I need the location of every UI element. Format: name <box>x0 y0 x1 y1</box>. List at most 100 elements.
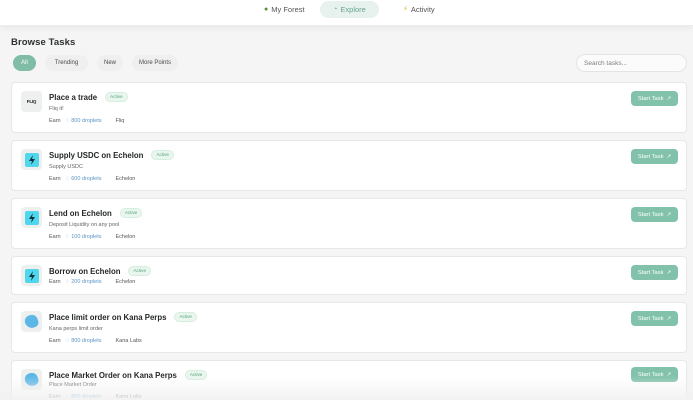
droplet-icon: ◌ <box>65 118 70 124</box>
task-card: FLIQ Place a trade Active Fliq it! Earn … <box>11 82 687 133</box>
fliq-logo-text: FLIQ <box>26 99 37 104</box>
partner-name: Echelon <box>115 279 136 285</box>
nav-my-forest[interactable]: ● My Forest <box>256 1 313 18</box>
task-title: Lend on Echelon <box>49 208 112 218</box>
filter-all[interactable]: All <box>13 55 36 71</box>
status-badge: Active <box>184 370 208 380</box>
status-badge: Active <box>151 150 174 160</box>
task-title: Place a trade <box>49 92 98 102</box>
start-task-button[interactable]: Start Task ↗ <box>631 91 678 106</box>
start-task-button[interactable]: Start Task ↗ <box>631 265 678 280</box>
filter-chips: All Trending New More Points <box>13 55 178 71</box>
partner-name: Echelon <box>115 176 136 182</box>
compass-icon: ◔ <box>333 6 338 13</box>
partner-name: Echelon <box>115 234 136 240</box>
task-meta: Earn ◌ 100 droplets Echelon <box>49 234 135 240</box>
task-meta: Earn ◌ 600 droplets Echelon <box>49 176 135 182</box>
start-task-label: Start Task <box>637 371 664 378</box>
external-link-icon: ↗ <box>666 95 672 102</box>
search-input[interactable] <box>576 54 687 72</box>
lightning-icon: ⚡ <box>403 6 408 13</box>
task-meta: Earn ◌ 800 droplets Fliq <box>49 118 124 124</box>
nav-activity-label: Activity <box>410 5 435 14</box>
task-card: Lend on Echelon Active Deposit Liquidity… <box>11 198 687 249</box>
filter-more-points[interactable]: More Points <box>132 55 178 71</box>
droplet-icon: ◌ <box>65 176 70 182</box>
top-navigation: ● My Forest ◔ Explore ⚡ Activity <box>0 0 693 26</box>
echelon-logo <box>21 207 42 228</box>
task-card: Supply USDC on Echelon Active Supply USD… <box>11 140 687 191</box>
droplet-icon: ◌ <box>65 394 70 400</box>
nav-explore-label: Explore <box>340 5 366 14</box>
page-title: Browse Tasks <box>11 37 76 48</box>
start-task-button[interactable]: Start Task ↗ <box>631 149 678 164</box>
earn-label: Earn <box>49 338 61 344</box>
start-task-button[interactable]: Start Task ↗ <box>631 311 678 326</box>
partner-name: Fliq <box>115 118 125 124</box>
task-description: Supply USDC <box>49 164 83 170</box>
external-link-icon: ↗ <box>666 211 672 218</box>
filter-trending[interactable]: Trending <box>45 55 88 71</box>
echelon-logo <box>21 265 42 286</box>
tree-icon: ● <box>264 6 269 13</box>
earn-label: Earn <box>49 176 61 182</box>
start-task-button[interactable]: Start Task ↗ <box>631 207 678 222</box>
reward-amount: 800 droplets <box>71 338 102 344</box>
earn-label: Earn <box>49 118 61 124</box>
external-link-icon: ↗ <box>666 315 672 322</box>
nav-activity[interactable]: ⚡ Activity <box>395 1 443 18</box>
partner-name: Kana Labs <box>115 394 142 400</box>
earn-label: Earn <box>49 279 61 285</box>
start-task-label: Start Task <box>637 95 664 102</box>
nav-explore[interactable]: ◔ Explore <box>320 1 379 18</box>
status-badge: Active <box>128 266 151 276</box>
filter-new[interactable]: New <box>97 55 123 71</box>
echelon-logo <box>21 149 42 170</box>
reward-amount: 200 droplets <box>71 279 102 285</box>
nav-my-forest-label: My Forest <box>271 5 305 14</box>
droplet-icon: ◌ <box>65 234 70 240</box>
task-description: Deposit Liquidity on any pool <box>49 222 120 228</box>
task-card: Place limit order on Kana Perps Active K… <box>11 302 687 353</box>
earn-label: Earn <box>49 394 61 400</box>
droplet-icon: ◌ <box>65 279 70 285</box>
kana-logo-shape <box>23 313 40 330</box>
task-meta: Earn ◌ 200 droplets Echelon <box>49 279 135 285</box>
task-card: Borrow on Echelon Active Earn ◌ 200 drop… <box>11 256 687 295</box>
start-task-label: Start Task <box>637 211 664 218</box>
status-badge: Active <box>174 312 197 322</box>
droplet-icon: ◌ <box>65 338 70 344</box>
task-title: Place Market Order on Kana Perps <box>49 370 177 380</box>
external-link-icon: ↗ <box>666 371 672 378</box>
external-link-icon: ↗ <box>666 153 672 160</box>
task-meta: Earn ◌ 800 droplets Kana Labs <box>49 338 142 344</box>
start-task-label: Start Task <box>637 269 664 276</box>
kana-logo-shape <box>23 371 40 388</box>
status-badge: Active <box>105 92 128 102</box>
reward-amount: 800 droplets <box>71 394 102 400</box>
task-description: Kana perps limit order <box>49 326 103 332</box>
external-link-icon: ↗ <box>666 269 672 276</box>
task-description: Fliq it! <box>49 106 64 112</box>
fliq-logo: FLIQ <box>21 91 42 112</box>
start-task-label: Start Task <box>637 153 664 160</box>
task-title: Place limit order on Kana Perps <box>49 312 167 322</box>
kana-logo <box>21 311 42 332</box>
task-title: Supply USDC on Echelon <box>49 150 144 160</box>
reward-amount: 100 droplets <box>71 234 102 240</box>
start-task-label: Start Task <box>637 315 664 322</box>
task-meta: Earn ◌ 800 droplets Kana Labs <box>49 394 142 400</box>
earn-label: Earn <box>49 234 61 240</box>
reward-amount: 800 droplets <box>71 118 102 124</box>
reward-amount: 600 droplets <box>71 176 102 182</box>
lightning-icon <box>28 154 35 165</box>
lightning-icon <box>28 270 35 281</box>
kana-logo <box>21 369 42 390</box>
task-title: Borrow on Echelon <box>49 266 121 276</box>
lightning-icon <box>28 212 35 223</box>
status-badge: Active <box>119 208 143 218</box>
start-task-button[interactable]: Start Task ↗ <box>631 367 678 382</box>
task-description: Place Market Order <box>49 382 97 388</box>
partner-name: Kana Labs <box>115 338 142 344</box>
task-card: Place Market Order on Kana Perps Active … <box>11 360 687 400</box>
